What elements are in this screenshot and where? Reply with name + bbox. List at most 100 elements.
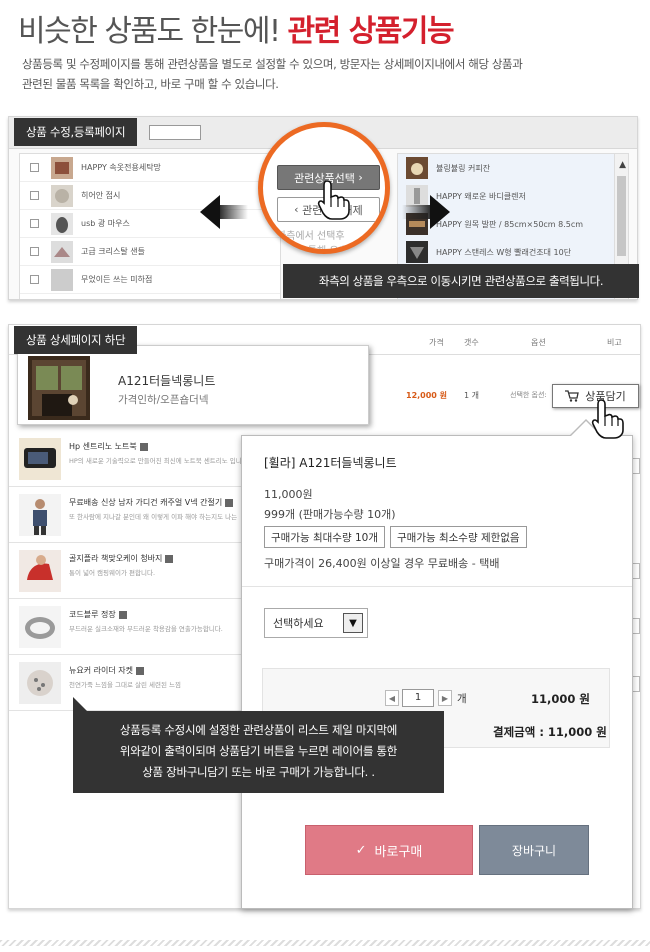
list-item[interactable]: 고급 크리스탈 샌들 xyxy=(20,238,280,266)
checkbox[interactable] xyxy=(30,163,39,172)
checkbox[interactable] xyxy=(30,191,39,200)
product-thumbnail xyxy=(406,157,428,179)
page-description-line: 상품등록 및 수정페이지를 통해 관련상품을 별도로 설정할 수 있으며, 방문… xyxy=(22,57,523,71)
list-item-label: usb 광 마우스 xyxy=(81,219,130,228)
helper-text-line: 좌측에서 선택후 xyxy=(277,231,345,242)
product-thumbnail xyxy=(28,356,90,420)
product-thumbnail xyxy=(51,184,73,207)
buy-now-label: 바로구매 xyxy=(374,844,423,860)
layer-price: 11,000원 xyxy=(264,488,313,501)
arrow-left-icon xyxy=(200,195,220,229)
arrow-right-icon xyxy=(430,195,450,229)
cart-button-label: 장바구니 xyxy=(511,843,557,858)
arrow-left-tail xyxy=(218,205,248,219)
chevron-down-icon[interactable]: ▼ xyxy=(343,613,363,633)
max-qty-badge: 구매가능 최대수량 10개 xyxy=(264,526,385,548)
bottom-divider xyxy=(0,940,650,946)
buy-now-button[interactable]: ✓ 바로구매 xyxy=(305,825,473,875)
quantity-unit: 개 xyxy=(457,693,467,705)
callout-line: 상품등록 수정시에 설정한 관련상품이 리스트 제일 마지막에 xyxy=(119,723,398,737)
related-product-row[interactable]: Hp 센트리노 노트북 HP의 새로운 기술력으로 만들어진 최신에 노트북 센… xyxy=(9,431,248,487)
product-name-text: 무료배송 신상 남자 가디건 캐주얼 V넥 간절기 xyxy=(69,498,223,507)
product-thumbnail xyxy=(19,438,61,480)
product-name: 코드블루 정장 xyxy=(69,609,127,620)
callout-pointer xyxy=(73,697,87,711)
product-thumbnail xyxy=(19,550,61,592)
search-input[interactable] xyxy=(149,125,201,140)
product-name-text: 뉴요커 라이더 자켓 xyxy=(69,666,133,675)
zoom-icon[interactable] xyxy=(118,610,127,619)
product-thumbnail xyxy=(19,662,61,704)
product-thumbnail xyxy=(51,156,73,179)
page-description-line: 관련된 물품 목록을 확인하고, 바로 구매 할 수 있습니다. xyxy=(22,77,279,91)
product-name: Hp 센트리노 노트북 xyxy=(69,441,148,452)
option-select-value: 선택하세요 xyxy=(273,617,324,630)
zoom-highlight: 관련상품선택 › ‹ 관련상품해제 좌측에서 선택후 버튼을 통해 우측으로 xyxy=(258,122,390,254)
hand-pointer-icon xyxy=(317,180,350,220)
page-description: 상품등록 및 수정페이지를 통해 관련상품을 별도로 설정할 수 있으며, 방문… xyxy=(22,54,632,94)
product-desc: HP의 새로운 기술력으로 만들어진 최신에 노트북 센트리노 입니다 xyxy=(69,457,248,465)
featured-option: 선택한 옵션: xyxy=(510,391,547,399)
product-thumbnail xyxy=(406,185,428,207)
total-amount: 결제금액 : 11,000 원 xyxy=(493,725,607,739)
scrollbar-thumb[interactable] xyxy=(617,176,626,256)
min-qty-badge: 구매가능 최소수량 제한없음 xyxy=(390,526,527,548)
list-item-label: HAPPY 스탠레스 W형 빨래건조대 10단 xyxy=(436,247,572,257)
product-name-text: 코드블루 정장 xyxy=(69,610,116,619)
callout-related-layer: 상품등록 수정시에 설정한 관련상품이 리스트 제일 마지막에 위와같이 출력이… xyxy=(73,711,444,793)
product-thumbnail xyxy=(51,212,73,235)
section-tag-detail-page: 상품 상세페이지 하단 xyxy=(14,326,138,354)
layer-stock: 999개 (판매가능수량 10개) xyxy=(264,508,396,521)
checkbox[interactable] xyxy=(30,219,39,228)
list-item[interactable]: HAPPY 스탠레스 W형 빨래건조대 10단 xyxy=(398,238,628,266)
product-name: 골지플라 책맞오케이 청바지 xyxy=(69,553,174,564)
option-select[interactable]: 선택하세요 ▼ xyxy=(264,608,368,638)
callout-move-items: 좌측의 상품을 우측으로 이동시키면 관련상품으로 출력됩니다. xyxy=(283,264,639,298)
cart-button[interactable]: 장바구니 xyxy=(479,825,589,875)
shipping-info: 구매가격이 26,400원 이상일 경우 무료배송 - 택배 xyxy=(264,557,500,570)
product-thumbnail xyxy=(406,241,428,263)
checkbox[interactable] xyxy=(30,247,39,256)
callout-line: 위와같이 출력이되며 상품담기 버튼을 누르면 레이어를 통한 xyxy=(119,744,398,758)
featured-product-card[interactable]: A121터들넥롱니트 가격인하/오픈숍더넥 xyxy=(17,345,369,425)
list-item-label: 히어안 접시 xyxy=(81,191,121,200)
featured-price: 12,000 원 xyxy=(406,391,448,400)
related-product-row[interactable]: 골지플라 책맞오케이 청바지 통이 넓어 캠핑웨이가 편합니다. xyxy=(9,543,241,599)
product-desc: 천연가죽 느낌을 그대로 살린 세련된 느낌 xyxy=(69,681,181,689)
cart-icon xyxy=(565,390,580,402)
related-product-row[interactable]: 뉴요커 라이더 자켓 천연가죽 느낌을 그대로 살린 세련된 느낌 xyxy=(9,655,241,711)
zoom-icon[interactable] xyxy=(135,666,144,675)
list-item[interactable]: 무었이든 쓰는 미하점 xyxy=(20,266,280,294)
list-item[interactable]: HAPPY 속옷전용세탁망 xyxy=(20,154,280,182)
qty-decrease-button[interactable]: ◀ xyxy=(385,690,399,706)
page-title-plain: 비슷한 상품도 한눈에! xyxy=(18,14,288,49)
page-title-accent: 관련 상품기능 xyxy=(287,14,455,49)
quantity-input[interactable]: 1 xyxy=(402,689,434,707)
list-item[interactable]: 뷸링뷸링 커피잔 xyxy=(398,154,628,182)
featured-product-title-text: A121터들넥롱니트 xyxy=(118,374,216,388)
line-price: 11,000 원 xyxy=(531,692,590,706)
zoom-icon[interactable] xyxy=(139,442,148,451)
related-product-row[interactable]: 코드블루 정장 부드러운 실크소재와 부드러운 착용감을 연출가능합니다. xyxy=(9,599,241,655)
hand-pointer-icon xyxy=(591,399,624,439)
checkbox[interactable] xyxy=(30,275,39,284)
product-name-text: 골지플라 책맞오케이 청바지 xyxy=(69,554,163,563)
arrow-right-tail xyxy=(402,205,432,219)
product-name-text: Hp 센트리노 노트북 xyxy=(69,442,137,451)
cart-layer-popup: [휠라] A121터들넥롱니트 11,000원 999개 (판매가능수량 10개… xyxy=(241,435,633,909)
list-item-label: 뷸링뷸링 커피잔 xyxy=(436,163,491,173)
column-header-note: 비고 xyxy=(607,338,622,347)
zoom-icon[interactable] xyxy=(165,554,174,563)
check-icon: ✓ xyxy=(355,842,367,858)
section-tag-edit-page: 상품 수정,등록페이지 xyxy=(14,118,138,146)
callout-line: 상품 장바구니담기 또는 바로 구매가 가능합니다. . xyxy=(142,765,375,779)
chevron-up-icon[interactable]: ▲ xyxy=(619,160,626,170)
featured-product-title: A121터들넥롱니트 xyxy=(118,372,215,389)
list-item-label: HAPPY 원목 발판 / 85cm×50cm 8.5cm xyxy=(436,219,584,229)
product-desc: 통이 넓어 캠핑웨이가 편합니다. xyxy=(69,569,156,577)
zoom-icon[interactable] xyxy=(225,498,234,507)
qty-increase-button[interactable]: ▶ xyxy=(438,690,452,706)
product-desc: 또 한사람에 지나갈 분인데 왜 이렇게 이파 해야 하는지도 나는 xyxy=(69,513,238,521)
featured-product-subtitle: 가격인하/오픈숍더넥 xyxy=(118,394,209,406)
related-product-row[interactable]: 무료배송 신상 남자 가디건 캐주얼 V넥 간절기 또 한사람에 지나갈 분인데… xyxy=(9,487,241,543)
